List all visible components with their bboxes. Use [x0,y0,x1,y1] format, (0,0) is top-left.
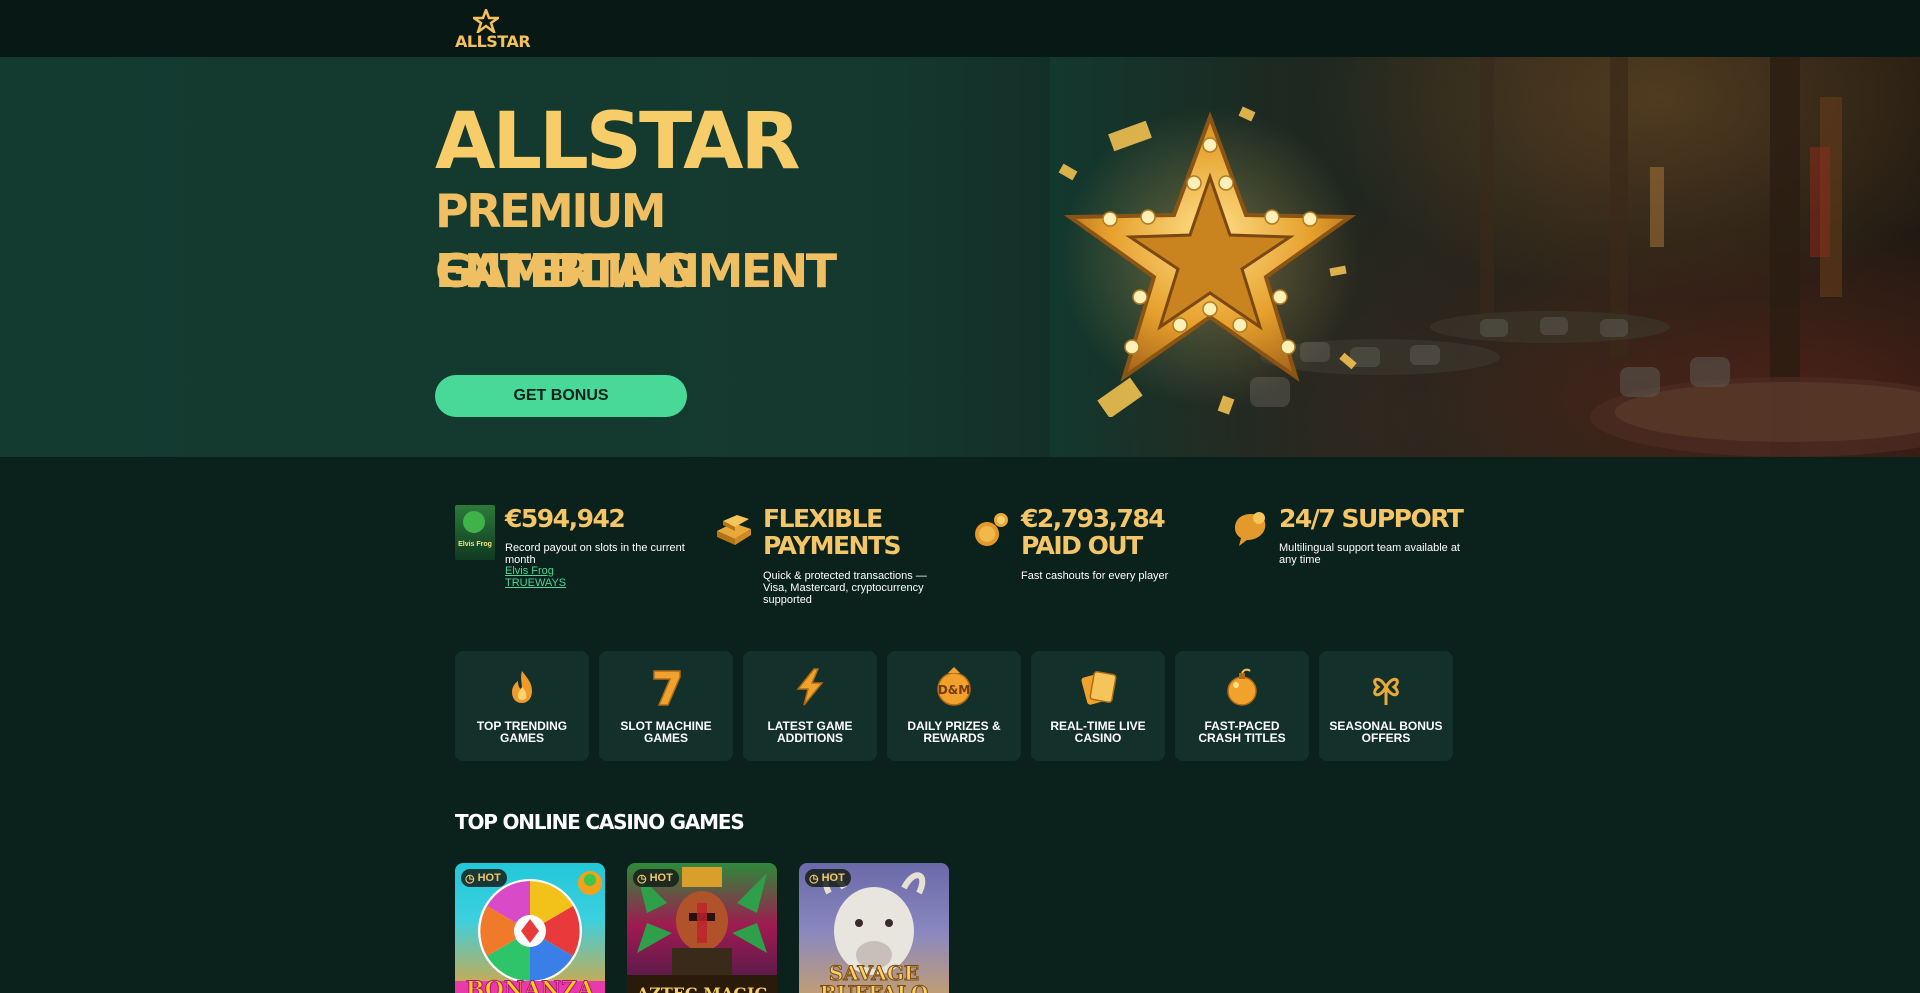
category-live-casino[interactable]: REAL-TIME LIVE CASINO [1031,651,1165,761]
bomb-icon [1227,668,1257,706]
cards-icon [1081,671,1117,705]
chat-bubble-icon [1235,512,1266,546]
svg-text:D&M: D&M [938,683,970,697]
star-logo-icon [473,9,499,33]
golden-star-icon [1058,106,1360,417]
coins-icon [975,513,1008,546]
category-slot-machine[interactable]: SLOT MACHINE GAMES [599,651,733,761]
lightning-icon [796,668,824,706]
stat-title: €594,942 [505,504,626,533]
hot-badge: ◷ HOT [461,869,507,887]
hot-badge: ◷ HOT [633,869,679,887]
game-card-savage-buffalo[interactable]: ◷ HOT SAVAGE BUFFALO [799,863,949,993]
category-label: FAST-PACED CRASH TITLES [1198,719,1286,745]
category-daily-prizes[interactable]: D&M DAILY PRIZES & REWARDS [887,651,1021,761]
hero-title: ALLSTAR [435,97,801,187]
timer-icon: ◷ [465,872,475,885]
logo[interactable]: ALLSTAR [455,9,531,51]
category-label: REAL-TIME LIVE CASINO [1050,719,1146,745]
get-bonus-button[interactable]: GET BONUS [435,375,687,417]
category-seasonal-bonus[interactable]: SEASONAL BONUS OFFERS [1319,651,1453,761]
section-title: TOP ONLINE CASINO GAMES [455,810,745,834]
seven-icon [653,670,681,706]
category-label: DAILY PRIZES & REWARDS [907,719,1001,745]
game-link[interactable]: Elvis Frog TRUEWAYS [505,565,566,589]
gold-bars-icon [717,515,751,545]
category-crash-titles[interactable]: FAST-PACED CRASH TITLES [1175,651,1309,761]
stat-description: Fast cashouts for every player [1021,570,1169,582]
clover-icon [1373,677,1399,705]
stat-title: €2,793,784 PAID OUT [1021,504,1166,560]
hero-banner: ALLSTAR PREMIUM GAMBLING ENTERTAINMENT G… [0,57,1920,457]
category-label: SEASONAL BONUS OFFERS [1329,719,1443,745]
category-top-trending[interactable]: TOP TRENDING GAMES [455,651,589,761]
prize-icon: D&M [937,667,971,706]
category-label: TOP TRENDING GAMES [476,719,568,745]
top-bar: ALLSTAR [0,0,1920,57]
timer-icon: ◷ [809,872,819,885]
timer-icon: ◷ [637,872,647,885]
category-label: LATEST GAME ADDITIONS [767,719,853,745]
stat-title: FLEXIBLE PAYMENTS [763,504,902,560]
game-card-bonanza[interactable]: ◷ HOT BONANZA [455,863,605,993]
hero-subtitle-line-2: ENTERTAINMENT [435,244,837,298]
game-card-aztec-magic[interactable]: ◷ HOT AZTEC MAGIC [627,863,777,993]
hot-badge: ◷ HOT [805,869,851,887]
stat-description: Record payout on slots in the current mo… [505,542,685,566]
game-title: BONANZA [465,977,595,993]
category-label: SLOT MACHINE GAMES [620,719,712,745]
game-thumbnail[interactable]: Elvis Frog [455,505,497,560]
stat-description: Multilingual support team available at a… [1279,542,1460,566]
logo-text: ALLSTAR [455,32,531,51]
category-latest-additions[interactable]: LATEST GAME ADDITIONS [743,651,877,761]
stat-title: 24/7 SUPPORT [1279,504,1464,533]
stat-description: Quick & protected transactions — Visa, M… [763,570,927,606]
game-title: AZTEC MAGIC [627,984,777,993]
flame-icon [512,671,532,703]
game-title: SAVAGE BUFFALO [819,961,929,993]
